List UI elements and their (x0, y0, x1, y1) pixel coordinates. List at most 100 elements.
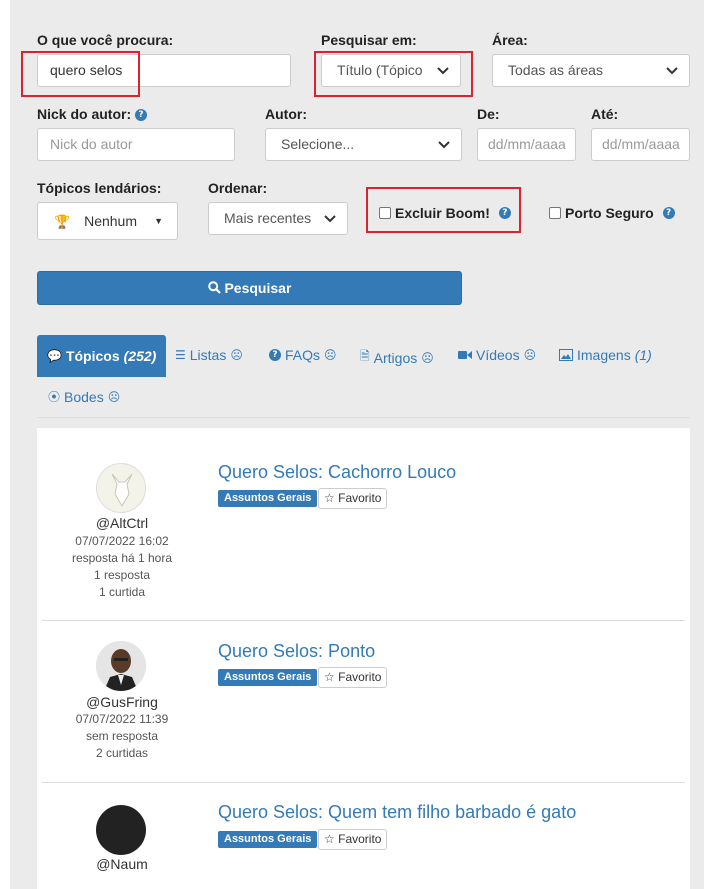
question-circle-icon: ? (269, 349, 281, 361)
porto-seguro-checkbox[interactable]: Porto Seguro ? (549, 205, 675, 221)
topic-title[interactable]: Quero Selos: Quem tem filho barbado é ga… (218, 802, 576, 823)
favorite-label: Favorito (338, 670, 382, 684)
tab-count: (1) (634, 347, 652, 363)
tab-topicos[interactable]: 💬 Tópicos (252) (37, 335, 167, 377)
legendary-label: Tópicos lendários: (37, 180, 162, 196)
divider (42, 620, 685, 621)
sad-icon: ☹ (107, 389, 121, 404)
search-button-label: Pesquisar (224, 280, 292, 296)
author-label: Autor: (265, 106, 307, 122)
search-page: O que você procura: quero selos Pesquisa… (10, 0, 704, 889)
sad-icon: ☹ (230, 348, 243, 362)
star-icon: ☆ (324, 670, 335, 684)
video-camera-icon (458, 351, 472, 359)
category-tag[interactable]: Assuntos Gerais (218, 490, 318, 507)
dog-avatar-icon (111, 473, 133, 507)
tab-label: Artigos (373, 349, 418, 366)
checkbox-box[interactable] (549, 207, 561, 219)
topic-title[interactable]: Quero Selos: Cachorro Louco (218, 462, 456, 483)
trophy-icon: 🏆 (54, 215, 71, 230)
topic-title[interactable]: Quero Selos: Ponto (218, 641, 375, 662)
like-count: 2 curtidas (95, 746, 149, 760)
document-icon: 🗎 (360, 349, 370, 363)
sad-icon: ☹ (421, 350, 434, 365)
reply-info: resposta há 1 hora (71, 551, 173, 565)
highlight-box (21, 51, 140, 97)
reply-info: sem resposta (85, 729, 159, 743)
author-value: Selecione... (281, 136, 355, 152)
tab-divider (37, 417, 690, 418)
from-label: De: (477, 106, 500, 122)
to-date-input[interactable]: dd/mm/aaaa (591, 128, 690, 161)
highlight-box (314, 51, 473, 97)
reply-count: 1 resposta (93, 568, 151, 582)
tab-count: (252) (123, 348, 157, 364)
author-name[interactable]: @GusFring (42, 694, 202, 710)
favorite-button[interactable]: ☆ Favorito (318, 667, 388, 688)
tab-label: FAQs (285, 347, 321, 363)
help-icon[interactable]: ? (135, 109, 148, 122)
search-in-label: Pesquisar em: (321, 32, 417, 48)
to-label: Até: (591, 106, 619, 122)
tab-imagens[interactable]: Imagens (1) (559, 347, 652, 363)
star-icon: ☆ (324, 491, 335, 505)
porto-seguro-label: Porto Seguro (565, 205, 654, 221)
legendary-dropdown[interactable]: 🏆 Nenhum ▼ (37, 202, 178, 240)
results-list: @AltCtrl 07/07/2022 16:02 resposta há 1 … (37, 428, 690, 889)
chevron-down-icon (324, 215, 336, 223)
favorite-label: Favorito (338, 832, 382, 846)
like-count: 1 curtida (98, 585, 146, 599)
favorite-button[interactable]: ☆ Favorito (318, 829, 388, 850)
author-name[interactable]: @Naum (42, 856, 202, 872)
tab-label: Listas (189, 347, 227, 363)
order-value: Mais recentes (224, 210, 312, 226)
from-date-input[interactable]: dd/mm/aaaa (477, 128, 576, 161)
category-tag[interactable]: Assuntos Gerais (218, 831, 318, 848)
tab-label: Vídeos (476, 347, 520, 363)
category-tag[interactable]: Assuntos Gerais (218, 669, 318, 686)
order-select[interactable]: Mais recentes (208, 202, 348, 235)
post-date: 07/07/2022 16:02 (75, 534, 169, 548)
query-label: O que você procura: (37, 32, 174, 48)
legendary-value: Nenhum (84, 213, 137, 229)
search-icon (207, 281, 221, 294)
favorite-label: Favorito (338, 491, 382, 505)
nick-input[interactable]: Nick do autor (37, 128, 235, 161)
area-label: Área: (492, 32, 528, 48)
chevron-down-icon (438, 141, 450, 149)
avatar[interactable] (96, 805, 146, 855)
area-select[interactable]: Todas as áreas (492, 54, 690, 87)
post-date: 07/07/2022 11:39 (75, 712, 169, 726)
tab-faqs[interactable]: ? FAQs ☹ (269, 347, 337, 363)
help-icon[interactable]: ? (662, 207, 675, 219)
nick-label: Nick do autor: ? (37, 106, 148, 122)
person-avatar-icon (96, 641, 146, 691)
tab-label: Imagens (577, 347, 631, 363)
caret-down-icon: ▼ (154, 216, 163, 226)
list-icon: ☰ (175, 348, 186, 362)
order-label: Ordenar: (208, 180, 268, 196)
highlight-box (366, 187, 521, 233)
image-icon (559, 349, 573, 361)
chevron-down-icon (666, 67, 678, 75)
search-button[interactable]: Pesquisar (37, 271, 462, 305)
divider (42, 782, 685, 783)
avatar[interactable] (96, 463, 146, 513)
tab-videos[interactable]: Vídeos ☹ (458, 347, 536, 363)
sad-icon: ☹ (523, 348, 537, 362)
tab-label: Bodes (64, 388, 104, 405)
favorite-button[interactable]: ☆ Favorito (318, 488, 388, 509)
tab-label: Tópicos (65, 348, 120, 364)
star-icon: ☆ (324, 832, 335, 846)
comments-icon: 💬 (47, 349, 62, 363)
avatar[interactable] (96, 641, 146, 691)
podcast-icon: ⦿ (48, 390, 61, 404)
tab-bodes[interactable]: ⦿ Bodes ☹ (48, 388, 120, 405)
nick-label-text: Nick do autor: (37, 106, 132, 122)
author-select[interactable]: Selecione... (265, 128, 462, 161)
area-value: Todas as áreas (508, 62, 603, 78)
author-name[interactable]: @AltCtrl (42, 515, 202, 531)
sad-icon: ☹ (324, 348, 337, 362)
tab-listas[interactable]: ☰ Listas ☹ (175, 347, 243, 363)
tab-artigos[interactable]: 🗎 Artigos ☹ (360, 347, 434, 368)
